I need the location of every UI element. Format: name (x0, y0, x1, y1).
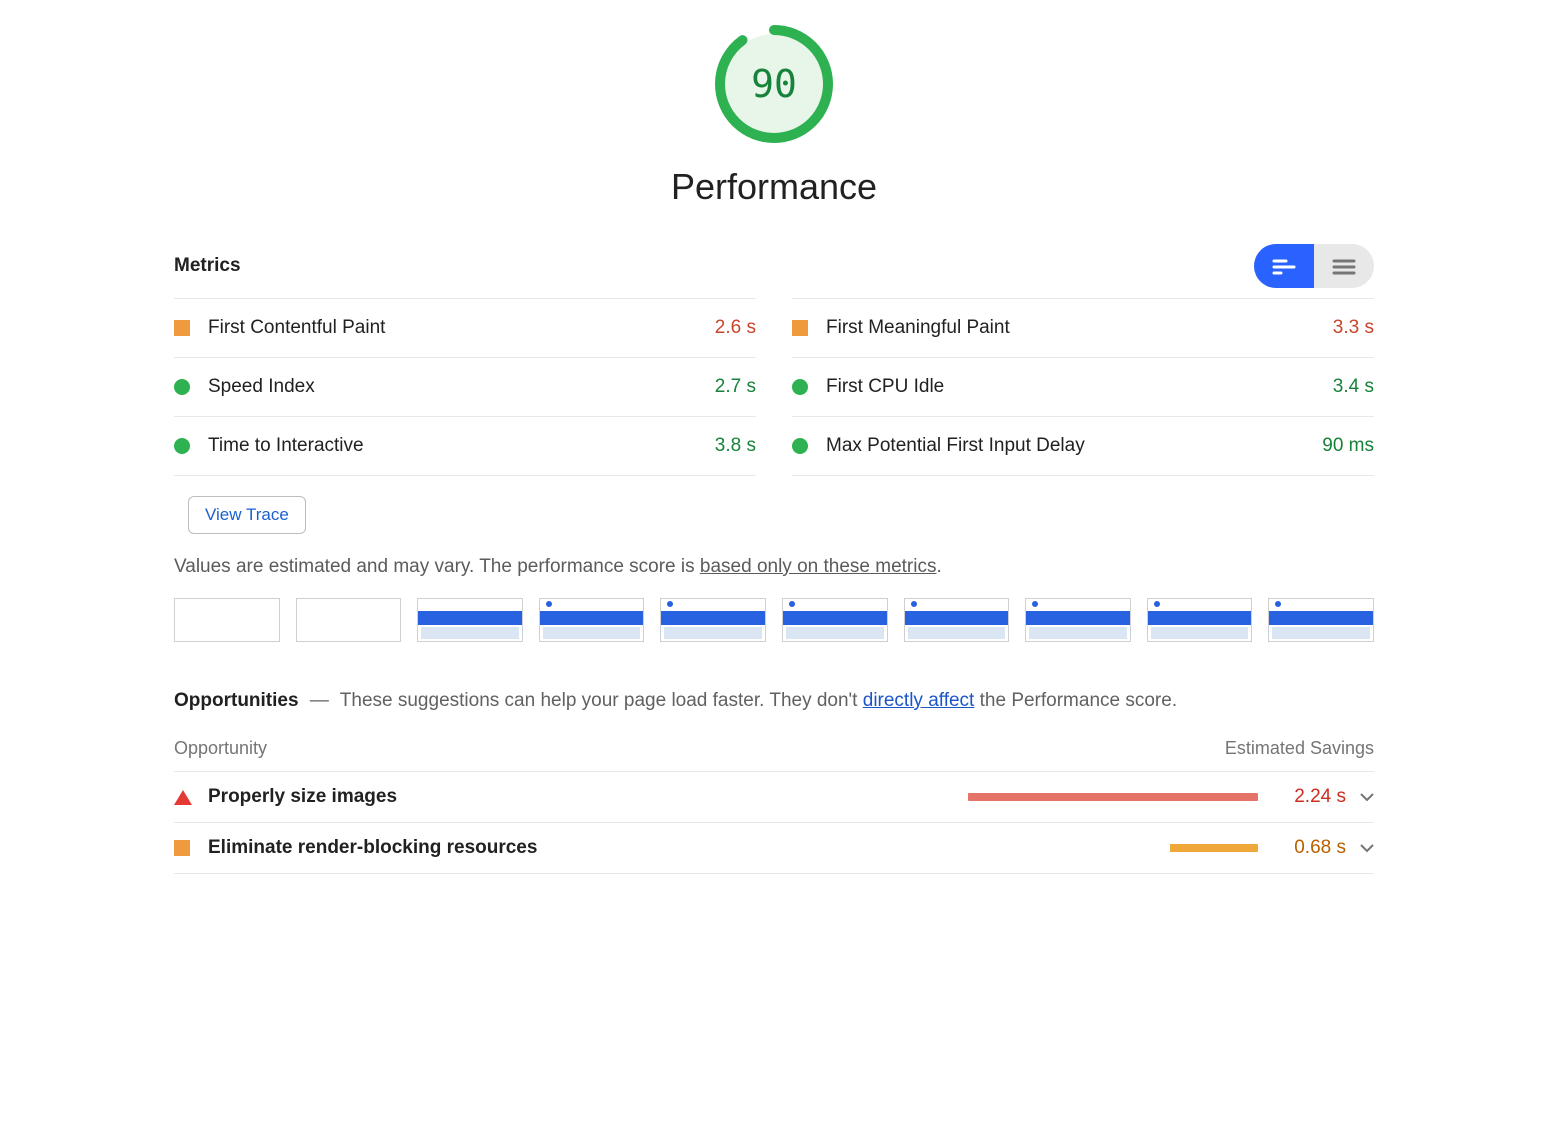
view-trace-button[interactable]: View Trace (188, 496, 306, 534)
metric-value: 2.7 s (715, 376, 756, 398)
filmstrip-frame[interactable] (1147, 598, 1253, 642)
metric-value: 90 ms (1322, 435, 1374, 457)
savings-bar (968, 793, 1258, 801)
metric-row[interactable]: First Meaningful Paint3.3 s (792, 298, 1374, 357)
filmstrip (174, 598, 1374, 642)
metrics-note-link[interactable]: based only on these metrics (700, 556, 937, 577)
filmstrip-frame[interactable] (1268, 598, 1374, 642)
metric-name: Max Potential First Input Delay (826, 435, 1322, 457)
chevron-down-icon (1360, 840, 1374, 856)
square-icon (174, 840, 190, 856)
view-toggle (1254, 244, 1374, 288)
circle-icon (792, 438, 808, 454)
metrics-note: Values are estimated and may vary. The p… (174, 556, 1374, 578)
opportunities-link[interactable]: directly affect (863, 690, 975, 711)
circle-icon (792, 379, 808, 395)
metric-row[interactable]: Time to Interactive3.8 s (174, 416, 756, 476)
circle-icon (174, 438, 190, 454)
metric-row[interactable]: First CPU Idle3.4 s (792, 357, 1374, 416)
metric-name: Time to Interactive (208, 435, 715, 457)
filmstrip-frame[interactable] (660, 598, 766, 642)
filmstrip-frame[interactable] (296, 598, 402, 642)
filmstrip-frame[interactable] (539, 598, 645, 642)
filmstrip-frame[interactable] (174, 598, 280, 642)
toggle-summary-view[interactable] (1254, 244, 1314, 288)
metric-value: 3.4 s (1333, 376, 1374, 398)
metrics-heading: Metrics (174, 255, 241, 277)
metric-value: 3.3 s (1333, 317, 1374, 339)
metric-name: First Contentful Paint (208, 317, 715, 339)
filmstrip-frame[interactable] (1025, 598, 1131, 642)
metric-name: Speed Index (208, 376, 715, 398)
metric-value: 2.6 s (715, 317, 756, 339)
filmstrip-frame[interactable] (904, 598, 1010, 642)
score-value: 90 (714, 24, 834, 144)
chevron-down-icon (1360, 789, 1374, 805)
opportunities-columns: Opportunity Estimated Savings (174, 738, 1374, 771)
score-gauge: 90 (714, 24, 834, 144)
metric-value: 3.8 s (715, 435, 756, 457)
square-icon (792, 320, 808, 336)
triangle-icon (174, 790, 192, 805)
metric-name: First CPU Idle (826, 376, 1333, 398)
score-area: 90 Performance (174, 24, 1374, 208)
opportunity-row[interactable]: Eliminate render-blocking resources 0.68 … (174, 822, 1374, 874)
opportunity-name: Properly size images (208, 786, 958, 808)
circle-icon (174, 379, 190, 395)
savings-bar (1170, 844, 1258, 852)
filmstrip-frame[interactable] (417, 598, 523, 642)
opportunities-heading: Opportunities — These suggestions can he… (174, 690, 1374, 712)
square-icon (174, 320, 190, 336)
metric-row[interactable]: Speed Index2.7 s (174, 357, 756, 416)
metric-name: First Meaningful Paint (826, 317, 1333, 339)
opportunity-name: Eliminate render-blocking resources (208, 837, 958, 859)
metric-row[interactable]: Max Potential First Input Delay90 ms (792, 416, 1374, 476)
opportunity-row[interactable]: Properly size images 2.24 s (174, 771, 1374, 822)
metric-row[interactable]: First Contentful Paint2.6 s (174, 298, 756, 357)
col-savings: Estimated Savings (1225, 738, 1374, 759)
savings-value: 2.24 s (1276, 786, 1346, 808)
filmstrip-frame[interactable] (782, 598, 888, 642)
savings-value: 0.68 s (1276, 837, 1346, 859)
metrics-grid: First Contentful Paint2.6 sSpeed Index2.… (174, 298, 1374, 476)
score-title: Performance (174, 166, 1374, 208)
col-opportunity: Opportunity (174, 738, 267, 759)
toggle-detail-view[interactable] (1314, 244, 1374, 288)
